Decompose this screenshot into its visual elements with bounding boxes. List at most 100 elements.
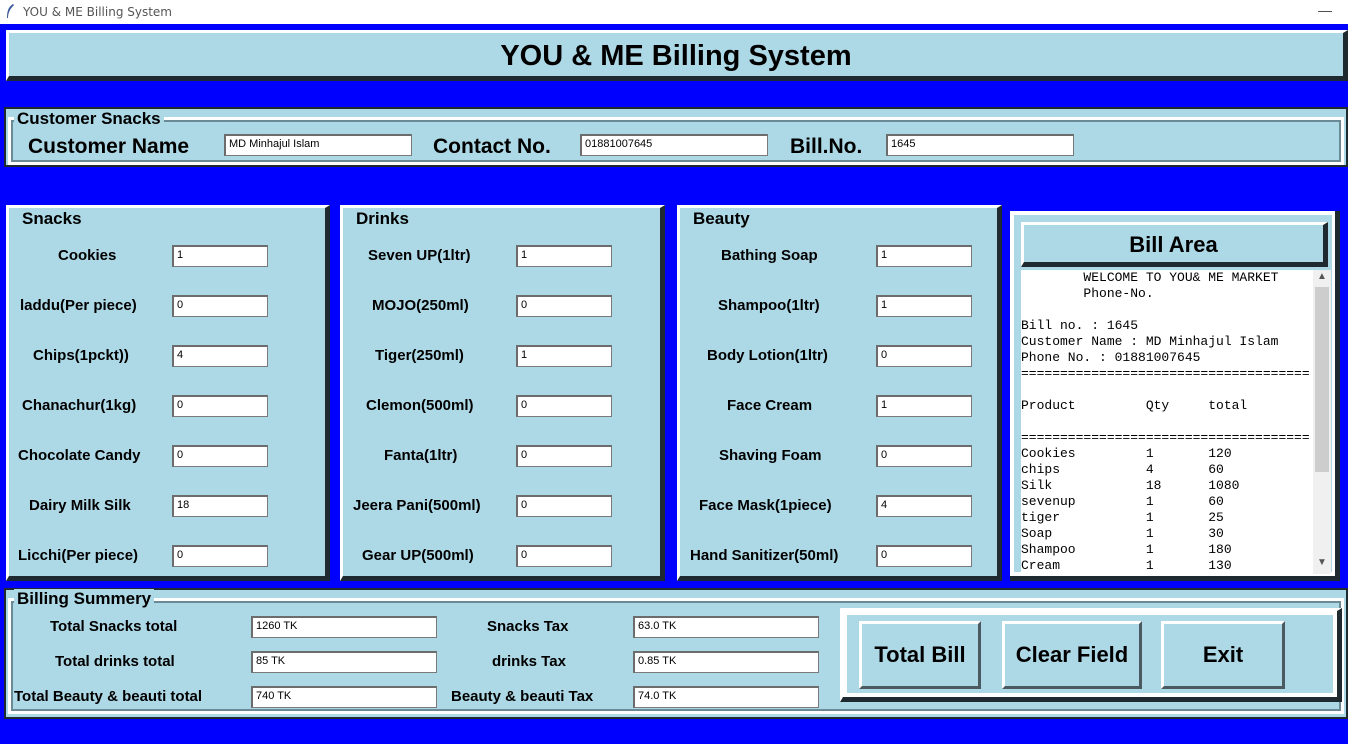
beauty-label: Body Lotion(1ltr) xyxy=(707,347,828,364)
drink-qty-input[interactable]: 0 xyxy=(516,395,612,417)
drink-qty-input[interactable]: 1 xyxy=(516,345,612,367)
drink-label: Fanta(1ltr) xyxy=(384,447,458,464)
snack-label: Cookies xyxy=(58,247,117,264)
beauty-label: Hand Sanitizer(50ml) xyxy=(690,547,839,564)
beauty-qty-input[interactable]: 0 xyxy=(876,545,972,567)
bill-line xyxy=(1021,414,1313,430)
drink-label: Tiger(250ml) xyxy=(375,347,464,364)
clear-field-button[interactable]: Clear Field xyxy=(1002,621,1142,689)
bill-textarea[interactable]: WELCOME TO YOU& ME MARKET Phone-No. Bill… xyxy=(1021,270,1313,574)
beauty-total-label: Total Beauty & beauti total xyxy=(14,688,203,705)
beauty-label: Face Mask(1piece) xyxy=(699,497,832,514)
snack-qty-input[interactable]: 0 xyxy=(172,395,268,417)
snack-qty-input[interactable]: 0 xyxy=(172,445,268,467)
snacks-total-input[interactable]: 1260 TK xyxy=(251,616,437,638)
bill-line: Shampoo 1 180 xyxy=(1021,542,1232,557)
beauty-tax-label: Beauty & beauti Tax xyxy=(451,688,594,705)
snack-qty-input[interactable]: 18 xyxy=(172,495,268,517)
drink-qty-input[interactable]: 1 xyxy=(516,245,612,267)
scroll-thumb[interactable] xyxy=(1315,287,1329,472)
drinks-total-input[interactable]: 85 TK xyxy=(251,651,437,673)
bill-line: Soap 1 30 xyxy=(1021,526,1224,541)
summary-panel: Billing Summery Total Snacks total 1260 … xyxy=(4,588,1348,719)
beauty-label: Face Cream xyxy=(727,397,813,414)
bill-line: Phone-No. xyxy=(1021,286,1154,301)
bill-scrollbar[interactable]: ▲ ▼ xyxy=(1313,270,1331,574)
bill-no-input[interactable]: 1645 xyxy=(886,134,1074,156)
window-title: YOU & ME Billing System xyxy=(23,5,172,19)
drink-qty-input[interactable]: 0 xyxy=(516,295,612,317)
drinks-total-label: Total drinks total xyxy=(55,653,175,670)
bill-line: chips 4 60 xyxy=(1021,462,1224,477)
bill-line: Silk 18 1080 xyxy=(1021,478,1240,493)
customer-name-input[interactable]: MD Minhajul Islam xyxy=(224,134,412,156)
minimize-button[interactable]: — xyxy=(1318,2,1332,18)
exit-button[interactable]: Exit xyxy=(1161,621,1285,689)
contact-input[interactable]: 01881007645 xyxy=(580,134,768,156)
beauty-qty-input[interactable]: 1 xyxy=(876,245,972,267)
bill-line: Phone No. : 01881007645 xyxy=(1021,350,1201,365)
snack-label: Chocolate Candy xyxy=(18,447,141,464)
beauty-frame-title: Beauty xyxy=(690,209,753,229)
scroll-down-button[interactable]: ▼ xyxy=(1313,557,1331,573)
scroll-up-button[interactable]: ▲ xyxy=(1313,271,1331,287)
bill-line: Customer Name : MD Minhajul Islam xyxy=(1021,334,1279,349)
summary-frame-title: Billing Summery xyxy=(14,589,155,609)
beauty-qty-input[interactable]: 0 xyxy=(876,345,972,367)
drink-qty-input[interactable]: 0 xyxy=(516,445,612,467)
bill-line: WELCOME TO YOU& ME MARKET xyxy=(1021,270,1279,285)
drinks-tax-input[interactable]: 0.85 TK xyxy=(633,651,819,673)
snack-qty-input[interactable]: 0 xyxy=(172,295,268,317)
snack-qty-input[interactable]: 0 xyxy=(172,545,268,567)
beauty-label: Bathing Soap xyxy=(721,247,818,264)
snack-label: Chanachur(1kg) xyxy=(22,397,137,414)
bill-area-title-box: Bill Area xyxy=(1021,222,1328,267)
bill-line: ===================================== xyxy=(1021,366,1310,381)
bill-line: Cookies 1 120 xyxy=(1021,446,1232,461)
bill-line xyxy=(1021,382,1313,398)
bill-no-label: Bill.No. xyxy=(790,135,863,158)
beauty-qty-input[interactable]: 0 xyxy=(876,445,972,467)
beauty-total-input[interactable]: 740 TK xyxy=(251,686,437,708)
beauty-panel: Beauty Bathing Soap 1 Shampoo(1ltr) 1 Bo… xyxy=(677,205,1002,581)
drink-label: Seven UP(1ltr) xyxy=(368,247,471,264)
drinks-panel: Drinks Seven UP(1ltr) 1 MOJO(250ml) 0 Ti… xyxy=(340,205,665,581)
beauty-qty-input[interactable]: 1 xyxy=(876,295,972,317)
bill-line: Bill no. : 1645 xyxy=(1021,318,1139,333)
snacks-tax-label: Snacks Tax xyxy=(487,618,569,635)
drink-label: Gear UP(500ml) xyxy=(362,547,474,564)
beauty-qty-input[interactable]: 4 xyxy=(876,495,972,517)
drink-label: MOJO(250ml) xyxy=(372,297,469,314)
beauty-tax-input[interactable]: 74.0 TK xyxy=(633,686,819,708)
total-bill-button[interactable]: Total Bill xyxy=(859,621,981,689)
bill-line: sevenup 1 60 xyxy=(1021,494,1224,509)
customer-panel: Customer Snacks Customer Name MD Minhaju… xyxy=(4,107,1348,167)
snacks-tax-input[interactable]: 63.0 TK xyxy=(633,616,819,638)
customer-name-label: Customer Name xyxy=(28,135,190,158)
snack-label: laddu(Per piece) xyxy=(20,297,137,314)
snack-label: Dairy Milk Silk xyxy=(29,497,131,514)
beauty-qty-input[interactable]: 1 xyxy=(876,395,972,417)
drink-qty-input[interactable]: 0 xyxy=(516,495,612,517)
snack-qty-input[interactable]: 4 xyxy=(172,345,268,367)
bill-line: ===================================== xyxy=(1021,430,1310,445)
drink-label: Clemon(500ml) xyxy=(366,397,474,414)
page-title: YOU & ME Billing System xyxy=(500,40,852,72)
customer-frame-title: Customer Snacks xyxy=(14,109,164,129)
bill-line: tiger 1 25 xyxy=(1021,510,1224,525)
window-titlebar: YOU & ME Billing System — xyxy=(0,0,1348,24)
snacks-panel: Snacks Cookies 1 laddu(Per piece) 0 Chip… xyxy=(6,205,330,581)
drinks-frame-title: Drinks xyxy=(353,209,412,229)
beauty-label: Shaving Foam xyxy=(719,447,822,464)
drink-qty-input[interactable]: 0 xyxy=(516,545,612,567)
snacks-frame-title: Snacks xyxy=(19,209,85,229)
bill-line xyxy=(1021,302,1313,318)
drink-label: Jeera Pani(500ml) xyxy=(353,497,481,514)
beauty-label: Shampoo(1ltr) xyxy=(718,297,820,314)
drinks-tax-label: drinks Tax xyxy=(492,653,566,670)
header-panel: YOU & ME Billing System xyxy=(6,30,1348,81)
snack-qty-input[interactable]: 1 xyxy=(172,245,268,267)
bill-line: Product Qty total xyxy=(1021,398,1248,413)
snack-label: Chips(1pckt)) xyxy=(33,347,129,364)
snack-label: Licchi(Per piece) xyxy=(18,547,139,564)
